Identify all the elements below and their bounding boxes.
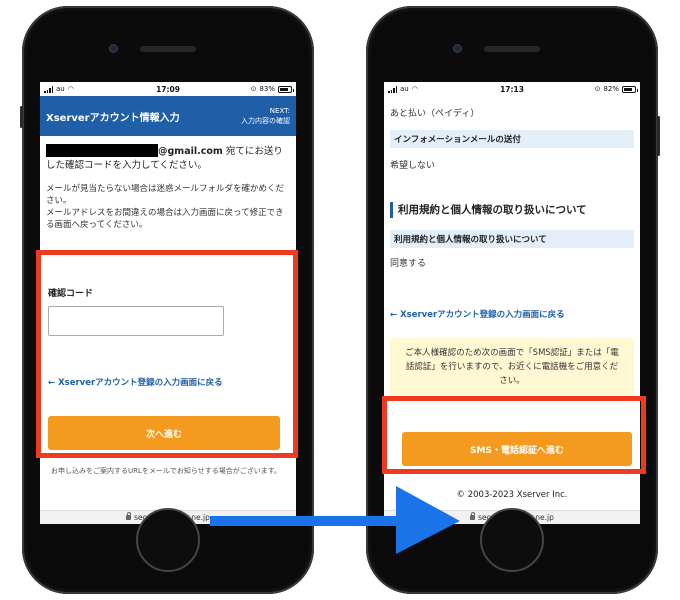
highlight-sms-button (382, 396, 646, 474)
front-camera (453, 44, 462, 53)
confirmation-message: @gmail.com 宛てにお送りした確認コードを入力してください。 メールが見… (40, 136, 296, 239)
next-step-name: 入力内容の確認 (241, 117, 290, 125)
email-domain: @gmail.com (158, 146, 223, 157)
status-time: 17:13 (500, 84, 524, 94)
back-to-input-link[interactable]: ← Xserverアカウント登録の入力画面に戻る (390, 308, 565, 320)
front-camera (109, 44, 118, 53)
terms-label: 利用規約と個人情報の取り扱いについて (390, 230, 634, 248)
status-time: 17:09 (156, 84, 180, 94)
lock-icon (126, 512, 132, 520)
carrier-label: au (400, 85, 409, 93)
home-button[interactable] (136, 508, 200, 572)
carrier-label: au (56, 85, 65, 93)
alarm-icon: ⊙ (250, 85, 257, 93)
note-spam: メールが見当たらない場合は迷惑メールフォルダを確かめください。 (46, 184, 285, 206)
wifi-icon: ◠ (67, 85, 74, 93)
highlight-code-form (36, 250, 298, 458)
page-header: Xserverアカウント情報入力 NEXT: 入力内容の確認 (40, 96, 296, 136)
battery-percent: 83% (259, 85, 275, 93)
mute-switch (20, 106, 23, 128)
terms-section-title: 利用規約と個人情報の取り扱いについて (390, 202, 587, 218)
sms-notice: ご本人様確認のため次の画面で「SMS認証」または「電話認証」を行いますので、お近… (390, 338, 634, 396)
battery-icon (622, 85, 638, 93)
alarm-icon: ⊙ (594, 85, 601, 93)
status-bar: au ◠ 17:13 ⊙ 82% (384, 82, 640, 96)
battery-icon (278, 85, 294, 93)
home-button[interactable] (480, 508, 544, 572)
wifi-icon: ◠ (411, 85, 418, 93)
lock-icon (470, 512, 476, 520)
next-step-indicator: NEXT: 入力内容の確認 (241, 106, 290, 126)
next-step-label: NEXT: (269, 107, 290, 115)
payment-method-value: あと払い（ペイディ） (390, 109, 480, 119)
power-button (657, 116, 660, 156)
note-wrong-address: メールアドレスをお間違えの場合は入力画面に戻って修正できる画面へ戻ってください。 (46, 208, 284, 230)
page-title: Xserverアカウント情報入力 (46, 112, 180, 124)
earpiece-speaker (140, 46, 196, 52)
battery-percent: 82% (603, 85, 619, 93)
status-bar: au ◠ 17:09 ⊙ 83% (40, 82, 296, 96)
info-mail-label: インフォメーションメールの送付 (390, 130, 634, 148)
masked-email (46, 144, 158, 157)
signal-icon (44, 85, 53, 93)
footnote-text: お申し込みをご案内するURLをメールでお知らせする場合がございます。 (50, 467, 282, 475)
terms-value: 同意する (390, 259, 427, 269)
signal-icon (388, 85, 397, 93)
info-mail-value: 希望しない (390, 161, 436, 171)
earpiece-speaker (484, 46, 540, 52)
arrow-right-icon (210, 486, 460, 554)
